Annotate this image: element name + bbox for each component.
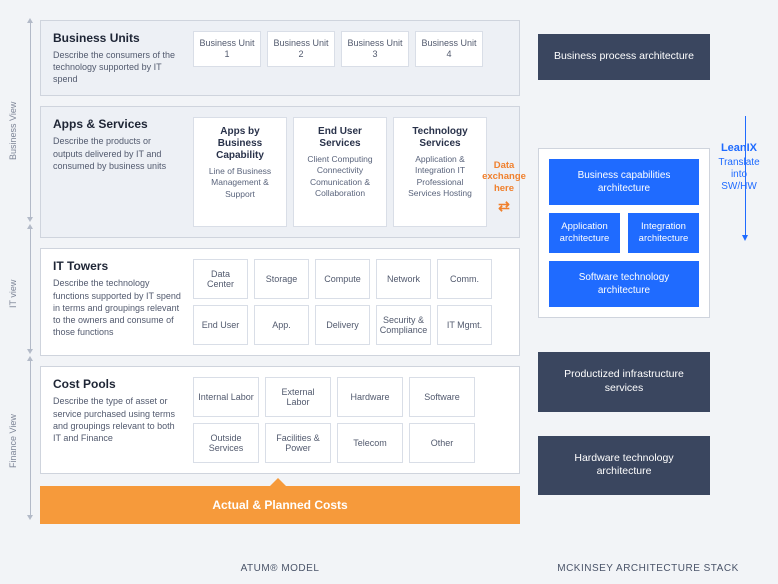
- tower-tile: End User: [193, 305, 248, 345]
- mckinsey-footer-label: MCKINSEY ARCHITECTURE STACK: [538, 553, 758, 574]
- towers-desc: Describe the technology functions suppor…: [53, 277, 183, 338]
- tower-tile: Security & Compliance: [376, 305, 431, 345]
- cost-tile: Hardware: [337, 377, 403, 417]
- cost-tile: Internal Labor: [193, 377, 259, 417]
- data-exchange-label: Data exchange here ⇄: [476, 160, 532, 215]
- business-unit-tile: Business Unit 1: [193, 31, 261, 67]
- leanix-blue-group: Business capabilities architecture Appli…: [538, 148, 710, 319]
- cost-tile: Facilities & Power: [265, 423, 331, 463]
- apps-title: Apps & Services: [53, 117, 183, 131]
- atum-footer-label: ATUM® MODEL: [40, 553, 520, 574]
- bu-desc: Describe the consumers of the technology…: [53, 49, 183, 85]
- atum-model-column: Business Units Describe the consumers of…: [40, 20, 520, 574]
- cost-pools-section: Cost Pools Describe the type of asset or…: [40, 366, 520, 474]
- leanix-text: Translate into SW/HW: [718, 157, 759, 192]
- data-exchange-arrow-icon: ⇄: [476, 198, 532, 215]
- tower-tile: Data Center: [193, 259, 248, 299]
- cost-tile: Outside Services: [193, 423, 259, 463]
- cost-tile: External Labor: [265, 377, 331, 417]
- hardware-arch-box: Hardware technology architecture: [538, 436, 710, 495]
- apps-services-section: Apps & Services Describe the products or…: [40, 106, 520, 238]
- business-view-label: Business View: [8, 102, 18, 160]
- it-view-label: IT view: [8, 280, 18, 308]
- business-capabilities-arch-box: Business capabilities architecture: [549, 159, 699, 205]
- business-units-section: Business Units Describe the consumers of…: [40, 20, 520, 96]
- tower-tile: Delivery: [315, 305, 370, 345]
- app-tile: Apps by Business Capability Line of Busi…: [193, 117, 287, 227]
- tower-tile: Storage: [254, 259, 309, 299]
- finance-view-span: [30, 360, 31, 516]
- business-unit-tile: Business Unit 4: [415, 31, 483, 67]
- app-tile-sub: Line of Business Management & Support: [200, 166, 280, 199]
- data-exchange-text: Data exchange here: [482, 160, 526, 194]
- bu-title: Business Units: [53, 31, 183, 45]
- app-tile-sub: Application & Integration IT Professiona…: [400, 154, 480, 198]
- business-unit-tile: Business Unit 3: [341, 31, 409, 67]
- finance-view-label: Finance View: [8, 414, 18, 468]
- app-tile-title: End User Services: [300, 126, 380, 150]
- infra-services-box: Productized infrastructure services: [538, 352, 710, 411]
- tower-tile: App.: [254, 305, 309, 345]
- software-tech-arch-box: Software technology architecture: [549, 261, 699, 307]
- tower-tile: Network: [376, 259, 431, 299]
- actual-planned-costs-bar: Actual & Planned Costs: [40, 486, 520, 524]
- tower-tile: Comm.: [437, 259, 492, 299]
- leanix-label: LeanIX Translate into SW/HW: [717, 142, 761, 193]
- apps-desc: Describe the products or outputs deliver…: [53, 135, 183, 171]
- app-tile-title: Apps by Business Capability: [200, 126, 280, 162]
- cost-desc: Describe the type of asset or service pu…: [53, 395, 183, 444]
- tower-tile: Compute: [315, 259, 370, 299]
- business-unit-tile: Business Unit 2: [267, 31, 335, 67]
- it-towers-section: IT Towers Describe the technology functi…: [40, 248, 520, 356]
- cost-tile: Telecom: [337, 423, 403, 463]
- app-tile-sub: Client Computing Connectivity Comunicati…: [300, 154, 380, 198]
- app-tile: End User Services Client Computing Conne…: [293, 117, 387, 227]
- cost-tile: Software: [409, 377, 475, 417]
- leanix-brand: LeanIX: [717, 142, 761, 155]
- cost-title: Cost Pools: [53, 377, 183, 391]
- cost-tile: Other: [409, 423, 475, 463]
- it-view-span: [30, 228, 31, 350]
- app-tile-title: Technology Services: [400, 126, 480, 150]
- app-tile: Technology Services Application & Integr…: [393, 117, 487, 227]
- business-process-arch-box: Business process architecture: [538, 34, 710, 80]
- application-arch-box: Application architecture: [549, 213, 620, 254]
- tower-tile: IT Mgmt.: [437, 305, 492, 345]
- mckinsey-stack-column: Data exchange here ⇄ Business process ar…: [538, 20, 758, 574]
- business-view-span: [30, 22, 31, 218]
- integration-arch-box: Integration architecture: [628, 213, 699, 254]
- towers-title: IT Towers: [53, 259, 183, 273]
